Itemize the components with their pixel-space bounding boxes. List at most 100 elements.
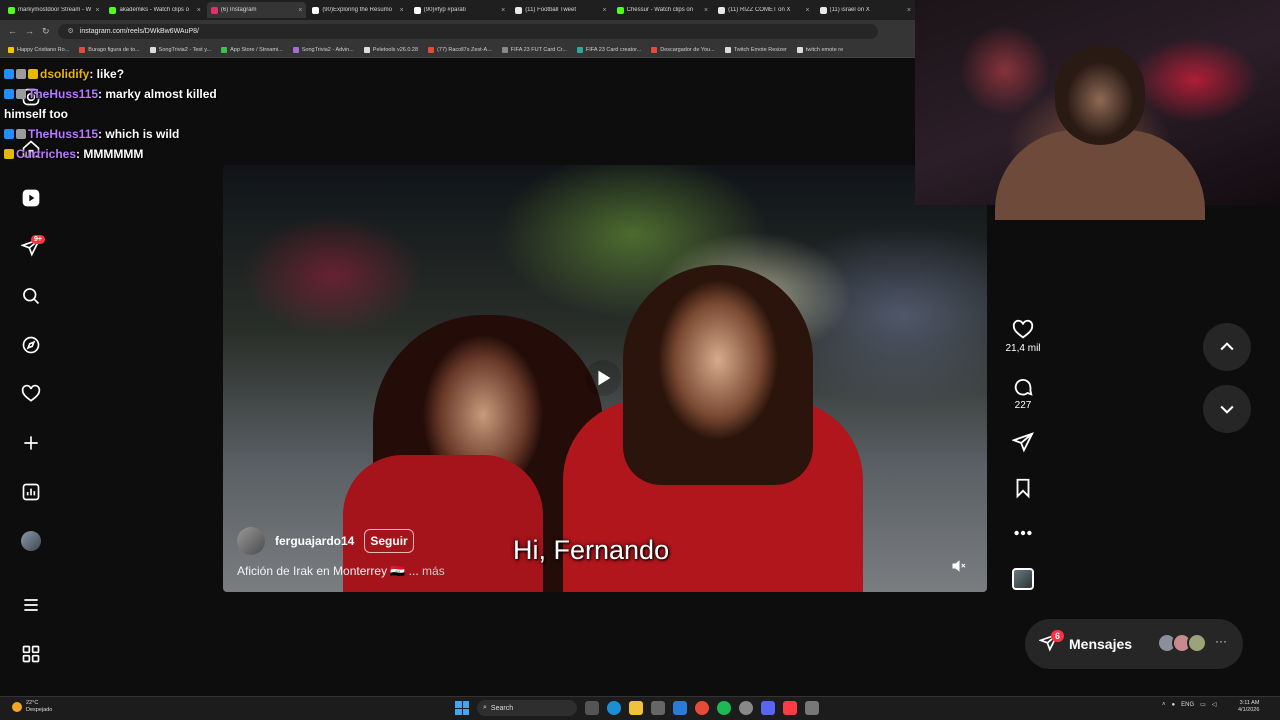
bookmark-item[interactable]: Peletools v26.0.28 <box>363 46 418 53</box>
comments-count: 227 <box>1014 400 1032 411</box>
browser-tab[interactable]: (90)#fyp #parati × <box>410 2 509 18</box>
app-icon[interactable] <box>805 701 819 715</box>
mute-icon[interactable] <box>951 558 967 574</box>
reels-icon[interactable] <box>20 187 42 209</box>
taskbar-search-label: Search <box>490 704 514 712</box>
audio-thumbnail[interactable] <box>1012 568 1034 590</box>
browser-tab[interactable]: (11) israel on X × <box>816 2 915 18</box>
bookmark-item[interactable]: (77) Racoll7s Zest-A... <box>428 46 492 53</box>
bookmark-item[interactable]: SongTrivia2 - Test y... <box>149 46 212 53</box>
bookmark-item[interactable]: Twitch Emote Resizer <box>724 46 787 53</box>
browser-tab[interactable]: (11) RIZZ COMET on X × <box>714 2 813 18</box>
author-username[interactable]: ferguajardo14 <box>275 534 354 548</box>
chat-username[interactable]: TheHuss115 <box>28 87 98 101</box>
browser-tab[interactable]: (11) Football Tweet × <box>511 2 610 18</box>
store-icon[interactable] <box>651 701 665 715</box>
bookmark-item[interactable]: App Store / Streami... <box>221 46 283 53</box>
dashboard-icon[interactable] <box>20 481 42 503</box>
chrome-icon[interactable] <box>695 701 709 715</box>
bookmark-label: FIFA 23 Card creator... <box>585 46 642 53</box>
tab-close-icon[interactable]: × <box>603 7 607 14</box>
caption-more-link[interactable]: más <box>422 564 445 578</box>
explore-icon[interactable] <box>20 334 42 356</box>
bookmark-item[interactable]: FIFA 23 Card creator... <box>576 46 642 53</box>
back-icon[interactable]: ← <box>8 26 17 36</box>
tab-close-icon[interactable]: × <box>197 7 201 14</box>
discord-icon[interactable] <box>761 701 775 715</box>
chat-username[interactable]: TheHuss115 <box>28 127 98 141</box>
share-action[interactable] <box>1008 431 1038 453</box>
tab-close-icon[interactable]: × <box>704 7 708 14</box>
tab-close-icon[interactable]: × <box>95 7 99 14</box>
bookmark-item[interactable]: Burago figura de to... <box>79 46 140 53</box>
browser-tab[interactable]: (6) Instagram × <box>206 2 307 18</box>
forward-icon[interactable]: → <box>25 26 34 36</box>
site-info-icon[interactable]: ⚙ <box>68 27 74 35</box>
bookmark-item[interactable]: twitch emote re <box>796 46 843 53</box>
taskbar-search[interactable]: ⌕ Search <box>477 700 577 716</box>
chat-badge-icon <box>4 89 14 99</box>
chat-text: : like? <box>89 67 125 81</box>
bookmark-label: SongTrivia2 - Test y... <box>158 46 212 53</box>
bookmark-item[interactable]: Descargador de You... <box>651 46 715 53</box>
network-icon[interactable]: ▭ <box>1200 701 1206 708</box>
tab-close-icon[interactable]: × <box>805 7 809 14</box>
previous-reel-button[interactable] <box>1203 323 1251 371</box>
windows-start-icon[interactable] <box>455 701 469 715</box>
screen: markymostdoor Stream - W × akademiks - Wat… <box>0 0 1280 720</box>
heart-icon[interactable] <box>20 383 42 405</box>
more-apps-icon[interactable] <box>20 643 42 665</box>
music-icon[interactable] <box>783 701 797 715</box>
browser-tab[interactable]: Chessur - Watch clips on × <box>613 2 712 18</box>
tab-close-icon[interactable]: × <box>907 7 911 14</box>
edge-icon[interactable] <box>607 701 621 715</box>
obs-icon[interactable] <box>739 701 753 715</box>
bookmark-favicon-icon <box>724 46 731 53</box>
message-avatar <box>1187 633 1207 653</box>
tray-chevron-icon[interactable]: ˄ <box>1162 702 1166 708</box>
volume-icon[interactable]: ◁ <box>1212 701 1217 708</box>
messages-more-icon[interactable]: ··· <box>1215 634 1227 648</box>
url-field[interactable]: ⚙ instagram.com/reels/DWkBw6WAuP8/ <box>57 23 878 39</box>
tab-favicon-icon <box>819 6 827 14</box>
like-action[interactable]: 21,4 mil <box>1005 319 1041 354</box>
browser-tab[interactable]: akademiks - Watch clips o × <box>105 2 204 18</box>
more-options-action[interactable] <box>1008 522 1038 544</box>
likes-count: 21,4 mil <box>1005 343 1041 354</box>
chat-message: dsolidify: like? <box>0 64 230 84</box>
comment-action[interactable]: 227 <box>1008 376 1038 411</box>
reload-icon[interactable]: ↻ <box>42 26 50 37</box>
task-view-icon[interactable] <box>585 701 599 715</box>
play-icon[interactable] <box>585 360 621 396</box>
mail-icon[interactable] <box>673 701 687 715</box>
mic-icon[interactable]: ● <box>1172 702 1176 708</box>
profile-avatar[interactable] <box>20 530 42 552</box>
create-plus-icon[interactable] <box>20 432 42 454</box>
bookmark-label: (77) Racoll7s Zest-A... <box>437 46 492 53</box>
bookmark-item[interactable]: SongTrivia2 - Advin... <box>292 46 354 53</box>
browser-tab[interactable]: markymostdoor Stream - W × <box>4 2 103 18</box>
search-icon[interactable] <box>20 285 42 307</box>
tab-close-icon[interactable]: × <box>298 7 302 14</box>
reel-video[interactable]: Hi, Fernando ferguajardo14 Seguir Afició… <box>223 165 987 592</box>
menu-icon[interactable] <box>20 594 42 616</box>
file-explorer-icon[interactable] <box>629 701 643 715</box>
author-avatar[interactable] <box>237 527 265 555</box>
clock[interactable]: 3:11 AM 4/1/2026 <box>1238 700 1259 714</box>
follow-button[interactable]: Seguir <box>364 529 414 553</box>
messages-button[interactable]: Mensajes ··· <box>1025 619 1243 669</box>
browser-tab[interactable]: (90)Exploring the Resumo × <box>308 2 407 18</box>
tab-close-icon[interactable]: × <box>501 7 505 14</box>
spotify-icon[interactable] <box>717 701 731 715</box>
save-action[interactable] <box>1008 477 1038 499</box>
bookmark-item[interactable]: Happy Cristiano Ro... <box>8 46 69 53</box>
chat-username[interactable]: Curtriches <box>16 147 76 161</box>
tab-close-icon[interactable]: × <box>400 7 404 14</box>
language-indicator[interactable]: ENG <box>1181 702 1194 708</box>
tab-title: (6) Instagram <box>220 7 257 13</box>
browser-tab-bar: markymostdoor Stream - W × akademiks - Wat… <box>0 0 915 20</box>
bookmark-item[interactable]: FIFA 23 FUT Card Cr... <box>501 46 567 53</box>
next-reel-button[interactable] <box>1203 385 1251 433</box>
weather-widget[interactable]: 22°C Despejado <box>12 700 52 714</box>
chat-username[interactable]: dsolidify <box>40 67 89 81</box>
